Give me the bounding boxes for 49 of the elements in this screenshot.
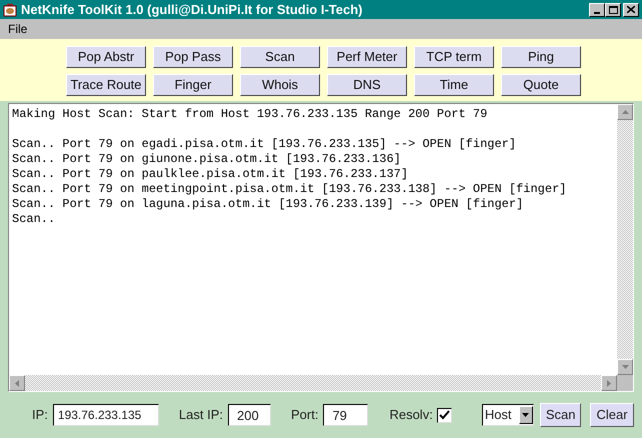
close-button[interactable] (623, 2, 639, 16)
tool-button[interactable]: Pop Abstr (66, 46, 146, 68)
close-icon (627, 6, 635, 13)
log-line: Scan.. Port 79 on paulklee.pisa.otm.it [193.76.233.137] (12, 167, 408, 182)
up-arrow-icon (622, 110, 628, 114)
tool-button[interactable]: Scan (240, 46, 320, 68)
clear-button[interactable]: Clear (590, 403, 634, 427)
tool-button[interactable]: Time (414, 74, 494, 96)
window-title: NetKnife ToolKit 1.0 (gulli@Di.UniPi.It for Studio I-Tech) (21, 0, 364, 19)
horizontal-scrollbar[interactable] (9, 375, 617, 391)
scroll-right-button[interactable] (601, 375, 617, 391)
app-icon (3, 2, 17, 16)
last-ip-label: Last IP: (178, 406, 223, 424)
last-ip-field[interactable]: 200 (228, 404, 271, 426)
tool-button[interactable]: Finger (153, 74, 233, 96)
log-line: Scan.. Port 79 on giunone.pisa.otm.it [193.76.233.136] (12, 152, 401, 167)
maximize-button[interactable] (605, 2, 621, 16)
scroll-down-button[interactable] (617, 359, 633, 375)
tool-button[interactable]: Ping (501, 46, 581, 68)
resolve-label: Resolv: (389, 406, 433, 424)
log-line: Scan.. (12, 212, 56, 227)
log-line: Scan.. Port 79 on egadi.pisa.otm.it [193.76.233.135] --> OPEN [finger] (12, 137, 516, 152)
tool-button[interactable]: DNS (327, 74, 407, 96)
log-line: Scan.. Port 79 on meetingpoint.pisa.otm.it [193.76.233.138] --> OPEN [finger] (12, 182, 566, 197)
tool-button[interactable]: Pop Pass (153, 46, 233, 68)
caret-icon (522, 413, 530, 417)
tool-button[interactable]: Whois (240, 74, 320, 96)
tool-button[interactable]: Trace Route (66, 74, 146, 96)
log-line: Making Host Scan: Start from Host 193.76.233.135 Range 200 Port 79 (12, 107, 488, 122)
mode-dropdown[interactable]: Host (482, 404, 534, 426)
scan-button[interactable]: Scan (540, 403, 582, 427)
tool-button[interactable]: Quote (501, 74, 581, 96)
port-field[interactable]: 79 (323, 404, 368, 426)
resolve-checkbox[interactable] (436, 408, 452, 422)
right-arrow-icon (607, 380, 611, 386)
port-label: Port: (290, 406, 318, 424)
scroll-up-button[interactable] (617, 104, 633, 120)
ip-label: IP: (32, 406, 48, 424)
log-line: Scan.. Port 79 on laguna.pisa.otm.it [193.76.233.139] --> OPEN [finger] (12, 197, 524, 212)
vertical-scrollbar[interactable] (617, 104, 633, 375)
tool-button[interactable]: TCP term (414, 46, 494, 68)
left-arrow-icon (15, 380, 19, 386)
ip-field[interactable]: 193.76.233.135 (52, 404, 159, 426)
scrollbar-corner (617, 375, 633, 391)
down-arrow-icon (622, 365, 628, 369)
menu-item[interactable]: File (8, 20, 28, 38)
scroll-left-button[interactable] (9, 375, 25, 391)
minimize-button[interactable] (589, 2, 605, 16)
tool-button[interactable]: Perf Meter (327, 46, 407, 68)
